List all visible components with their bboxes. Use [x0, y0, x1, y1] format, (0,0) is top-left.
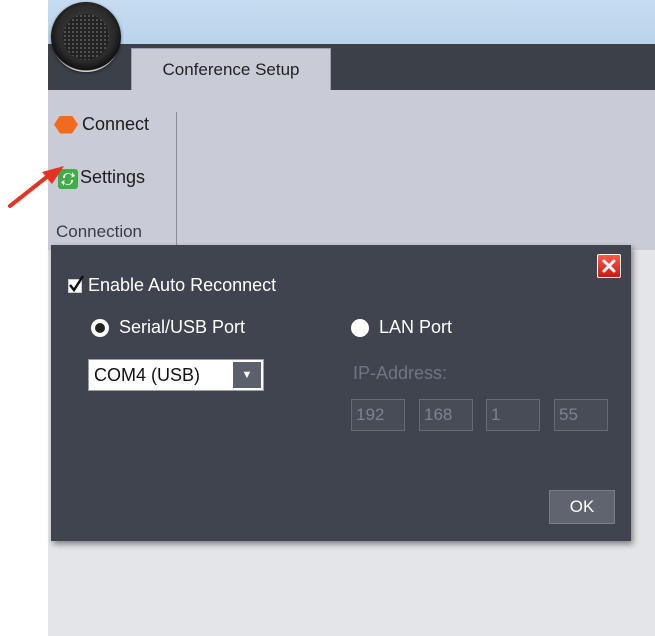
- lan-port-radio[interactable]: LAN Port: [351, 317, 452, 338]
- hexagon-icon: [54, 115, 78, 134]
- ip-octet-3[interactable]: 1: [486, 399, 540, 431]
- radio-unselected-icon: [351, 318, 369, 337]
- close-icon: [602, 259, 616, 273]
- radio-selected-icon: [91, 318, 109, 337]
- com-port-select[interactable]: COM4 (USB) ▼: [88, 359, 264, 391]
- connect-button[interactable]: Connect: [54, 114, 149, 135]
- tab-conference-setup[interactable]: Conference Setup: [131, 48, 331, 90]
- ip-address-label: IP-Address:: [353, 363, 448, 383]
- serial-usb-radio[interactable]: Serial/USB Port: [91, 317, 245, 338]
- auto-reconnect-checkbox[interactable]: Enable Auto Reconnect: [68, 274, 277, 296]
- settings-dialog: Enable Auto Reconnect Serial/USB Port LA…: [51, 245, 631, 541]
- ribbon-separator: [176, 112, 177, 247]
- tab-label: Conference Setup: [162, 59, 300, 79]
- ok-label: OK: [569, 497, 595, 516]
- annotation-arrow-icon: [8, 166, 64, 208]
- settings-label: Settings: [80, 167, 146, 187]
- connection-group-label: Connection: [56, 222, 143, 241]
- checkmark-icon: [69, 274, 84, 292]
- ip-octet-2[interactable]: 168: [419, 399, 473, 431]
- auto-reconnect-label: Enable Auto Reconnect: [88, 275, 277, 295]
- connect-label: Connect: [82, 114, 150, 134]
- lan-port-label: LAN Port: [379, 317, 453, 337]
- serial-usb-label: Serial/USB Port: [119, 317, 246, 337]
- settings-button[interactable]: Settings: [58, 167, 146, 189]
- ok-button[interactable]: OK: [549, 490, 615, 524]
- checkbox-box: [68, 274, 84, 293]
- title-bar: [48, 0, 655, 49]
- ip-octet-1[interactable]: 192: [351, 399, 405, 431]
- com-port-value: COM4 (USB): [94, 365, 201, 385]
- chevron-down-icon[interactable]: ▼: [233, 362, 261, 388]
- ip-octet-4[interactable]: 55: [554, 399, 608, 431]
- close-button[interactable]: [597, 254, 621, 278]
- logo-grill-icon: [63, 14, 109, 60]
